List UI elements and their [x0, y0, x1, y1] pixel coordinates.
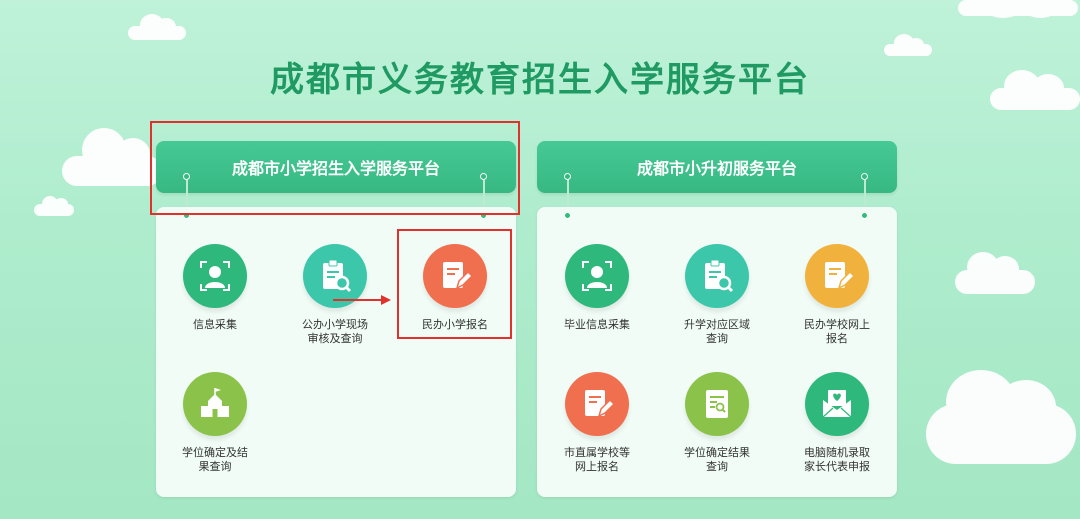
service-municipal-school-registration[interactable]: 市直属学校等网上报名: [542, 372, 652, 474]
cloud-decoration: [958, 0, 1078, 18]
service-label: 电脑随机录取家长代表申报: [804, 446, 870, 473]
user-profile-icon: [183, 244, 247, 308]
page-title: 成都市义务教育招生入学服务平台: [270, 60, 810, 100]
service-label: 公办小学现场审核及查询: [302, 318, 368, 345]
cloud-decoration: [34, 196, 74, 216]
cloud-decoration: [926, 370, 1076, 464]
hanger-dot: [564, 212, 571, 219]
hanger-dot: [861, 212, 868, 219]
service-graduate-info-collection[interactable]: 毕业信息采集: [542, 244, 652, 332]
hanger-dot: [861, 173, 868, 180]
service-label: 民办学校网上报名: [804, 318, 870, 345]
envelope-heart-icon: [805, 372, 869, 436]
cloud-decoration: [128, 14, 186, 40]
cloud-decoration: [955, 252, 1035, 294]
user-profile-icon: [565, 244, 629, 308]
service-label: 学位确定及结果查询: [182, 446, 248, 473]
cloud-decoration: [62, 128, 162, 186]
service-label: 信息采集: [193, 318, 237, 331]
document-search-icon: [685, 372, 749, 436]
highlight-box: [150, 121, 520, 215]
highlight-box: [397, 229, 512, 339]
service-label: 市直属学校等网上报名: [564, 446, 630, 473]
service-placement-result-query[interactable]: 学位确定结果查询: [662, 372, 772, 474]
edit-form-icon: [805, 244, 869, 308]
service-label: 学位确定结果查询: [684, 446, 750, 473]
service-region-query[interactable]: 升学对应区域查询: [662, 244, 772, 346]
arrow-right-icon: [333, 295, 391, 305]
service-placement-result[interactable]: 学位确定及结果查询: [160, 372, 270, 474]
school-building-icon: [183, 372, 247, 436]
edit-form-icon: [565, 372, 629, 436]
service-label: 毕业信息采集: [564, 318, 630, 331]
hanger-dot: [564, 173, 571, 180]
service-private-school-registration[interactable]: 民办学校网上报名: [782, 244, 892, 346]
clipboard-search-icon: [685, 244, 749, 308]
service-info-collection[interactable]: 信息采集: [160, 244, 270, 332]
service-label: 升学对应区域查询: [684, 318, 750, 345]
service-lottery-parent-representative[interactable]: 电脑随机录取家长代表申报: [782, 372, 892, 474]
panel-title: 成都市小升初服务平台: [636, 159, 797, 178]
junior-high-platform-header[interactable]: 成都市小升初服务平台: [537, 141, 897, 193]
